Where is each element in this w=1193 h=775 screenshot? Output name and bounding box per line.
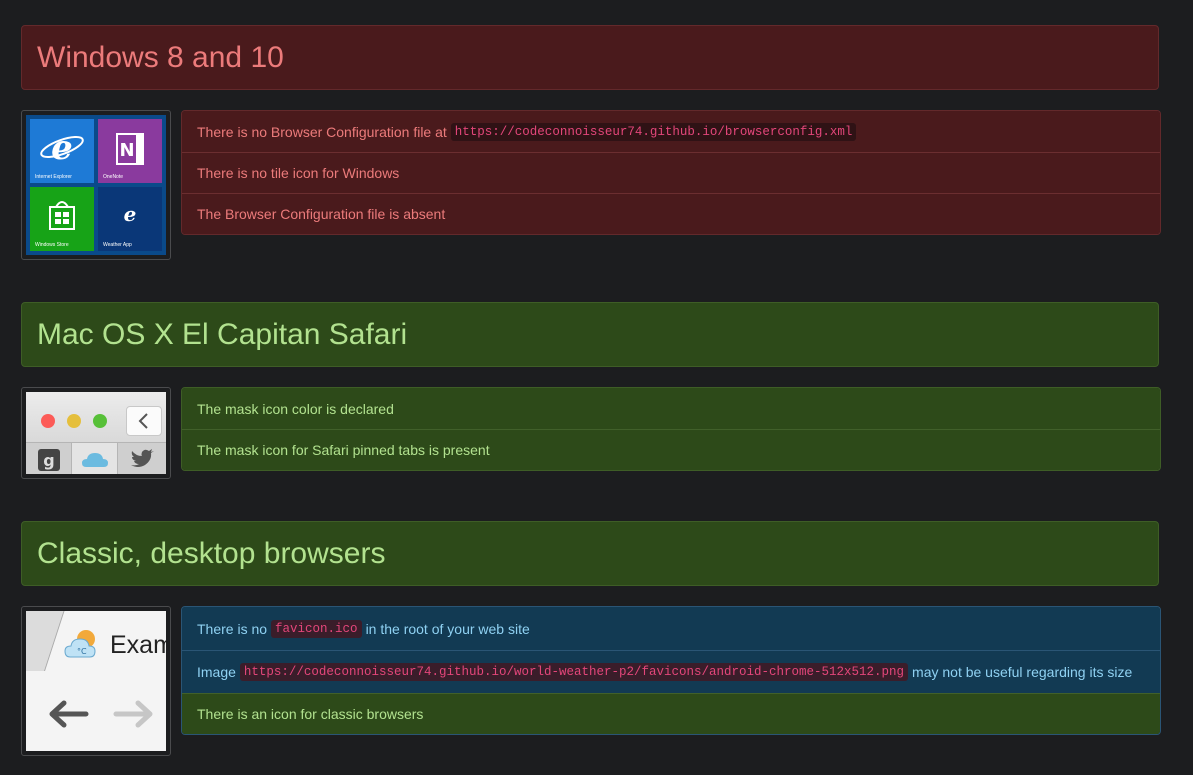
store-tile: Windows Store [30,187,94,251]
ie-tile: e Internet Explorer [30,119,94,183]
list-item: The mask icon color is declared [182,388,1160,429]
tile-label: OneNote [103,174,124,180]
windows-tiles-preview: e Internet Explorer N OneNote Windows St… [21,110,171,260]
weather-favicon-icon: °C [64,630,96,658]
item-text: There is no Browser Configuration file a… [197,123,447,140]
item-text: The mask icon color is declared [197,400,394,417]
list-item: There is an icon for classic browsers [182,693,1160,734]
section-title-mac: Mac OS X El Capitan Safari [21,302,1159,367]
tile-label: Weather App [103,242,132,248]
item-text: The Browser Configuration file is absent [197,206,446,222]
tile-label: Internet Explorer [35,174,72,180]
svg-text:N: N [119,140,134,161]
list-item: There is no Browser Configuration file a… [182,111,1160,152]
item-text: The mask icon for Safari pinned tabs is … [197,442,490,458]
mac-results-list: The mask icon color is declared The mask… [181,387,1161,471]
list-item: The mask icon for Safari pinned tabs is … [182,429,1160,470]
list-item: The Browser Configuration file is absent [182,193,1160,234]
pinned-tab-weather [72,443,118,474]
pinned-tab-twitter [118,443,164,474]
item-text: There is no tile icon for Windows [197,165,400,181]
section-heading: Mac OS X El Capitan Safari [37,317,408,351]
section-title-windows: Windows 8 and 10 [21,25,1159,90]
item-text: may not be useful regarding its size [912,664,1133,680]
back-arrow-icon [49,700,89,728]
svg-text:e: e [124,202,137,226]
tab-title: Exam [110,631,166,659]
tile-label: Windows Store [35,242,69,248]
maximize-window-icon [93,414,107,428]
section-title-classic: Classic, desktop browsers [21,521,1159,586]
classic-results-list: There is no favicon.ico in the root of y… [181,606,1161,735]
classic-browser-preview: °C Exam [21,606,171,756]
pinned-tab-google: g [26,443,72,474]
twitter-icon [131,449,154,467]
onenote-tile: N OneNote [98,119,162,183]
pinned-tab-bar: g [26,442,166,474]
minimize-window-icon [67,414,81,428]
section-heading: Windows 8 and 10 [37,40,284,74]
list-item: There is no tile icon for Windows [182,152,1160,193]
item-text: There is no [197,620,268,637]
item-text: There is an icon for classic browsers [197,706,424,722]
svg-text:°C: °C [77,647,87,656]
safari-tabs-preview: g [21,387,171,479]
code-snippet: https://codeconnoisseur74.github.io/brow… [450,122,857,141]
code-snippet: https://codeconnoisseur74.github.io/worl… [239,663,909,681]
cloud-icon [82,453,108,467]
svg-text:g: g [43,451,54,470]
close-window-icon [41,414,55,428]
google-icon: g [38,449,60,471]
section-heading: Classic, desktop browsers [37,536,386,570]
forward-arrow-icon [113,700,153,728]
item-text: Image [197,664,236,680]
code-snippet: favicon.ico [271,619,362,638]
svg-text:e: e [51,128,73,168]
weather-tile: e Weather App [98,187,162,251]
item-text: in the root of your web site [365,620,530,637]
list-item: Image https://codeconnoisseur74.github.i… [182,650,1160,693]
chevron-left-icon [138,413,148,429]
back-button [126,406,162,436]
windows-results-list: There is no Browser Configuration file a… [181,110,1161,235]
list-item: There is no favicon.ico in the root of y… [182,607,1160,650]
